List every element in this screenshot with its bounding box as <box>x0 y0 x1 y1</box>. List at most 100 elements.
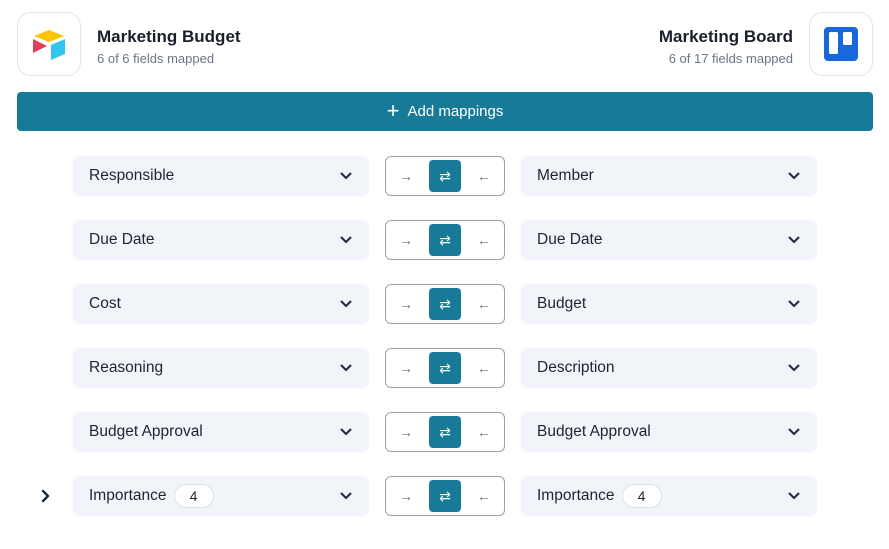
field-count-badge: 4 <box>173 484 214 508</box>
target-field-label: Importance <box>537 487 615 504</box>
target-field-label: Member <box>537 167 594 184</box>
direction-two-way-button[interactable]: ⇄ <box>429 288 461 320</box>
target-app-title: Marketing Board <box>658 27 793 46</box>
chevron-down-icon <box>339 425 353 439</box>
chevron-down-icon <box>787 425 801 439</box>
target-fields-mapped: 6 of 17 fields mapped <box>668 51 793 66</box>
arrow-left-icon: ← <box>477 360 491 376</box>
direction-right-to-left-button[interactable]: ← <box>468 288 500 320</box>
two-way-arrows-icon: ⇄ <box>439 487 451 504</box>
source-field-label: Due Date <box>89 231 155 248</box>
add-mappings-label: Add mappings <box>407 103 504 120</box>
source-field-select[interactable]: Reasoning <box>73 348 369 388</box>
arrow-left-icon: ← <box>477 232 491 248</box>
direction-right-to-left-button[interactable]: ← <box>468 224 500 256</box>
direction-right-to-left-button[interactable]: ← <box>468 480 500 512</box>
target-app-logo <box>809 12 873 76</box>
source-field-select[interactable]: Responsible <box>73 156 369 196</box>
chevron-down-icon <box>339 489 353 503</box>
arrow-right-icon: → <box>399 360 413 376</box>
direction-two-way-button[interactable]: ⇄ <box>429 352 461 384</box>
airtable-logo-icon <box>33 30 65 60</box>
direction-left-to-right-button[interactable]: → <box>390 288 422 320</box>
two-way-arrows-icon: ⇄ <box>439 295 451 312</box>
target-field-label: Description <box>537 359 615 376</box>
direction-two-way-button[interactable]: ⇄ <box>429 480 461 512</box>
arrow-left-icon: ← <box>477 488 491 504</box>
mapping-row: Cost → ⇄ ← Budget <box>0 284 889 324</box>
chevron-down-icon <box>339 233 353 247</box>
source-app-title: Marketing Budget <box>97 27 241 46</box>
chevron-down-icon <box>787 169 801 183</box>
chevron-down-icon <box>787 297 801 311</box>
field-count-badge: 4 <box>621 484 662 508</box>
direction-right-to-left-button[interactable]: ← <box>468 160 500 192</box>
target-field-select[interactable]: Member <box>521 156 817 196</box>
arrow-right-icon: → <box>399 424 413 440</box>
chevron-down-icon <box>787 489 801 503</box>
sync-direction-toggle: → ⇄ ← <box>385 476 505 516</box>
target-field-label: Budget <box>537 295 587 312</box>
source-field-select[interactable]: Due Date <box>73 220 369 260</box>
plus-icon: + <box>386 97 400 123</box>
source-fields-mapped: 6 of 6 fields mapped <box>97 51 215 66</box>
source-field-select[interactable]: Budget Approval <box>73 412 369 452</box>
arrow-right-icon: → <box>399 296 413 312</box>
target-field-select[interactable]: Description <box>521 348 817 388</box>
mapping-row: Importance 4 → ⇄ ← Importance 4 <box>0 476 889 516</box>
arrow-left-icon: ← <box>477 424 491 440</box>
direction-right-to-left-button[interactable]: ← <box>468 352 500 384</box>
target-field-label: Due Date <box>537 231 603 248</box>
chevron-down-icon <box>787 233 801 247</box>
direction-right-to-left-button[interactable]: ← <box>468 416 500 448</box>
mapping-row: Reasoning → ⇄ ← Description <box>0 348 889 388</box>
expand-row-chevron-right-icon[interactable] <box>38 486 52 506</box>
mapping-row: Due Date → ⇄ ← Due Date <box>0 220 889 260</box>
trello-logo-icon <box>824 27 858 61</box>
arrow-left-icon: ← <box>477 296 491 312</box>
chevron-down-icon <box>339 297 353 311</box>
add-mappings-button[interactable]: + Add mappings <box>17 92 873 131</box>
arrow-right-icon: → <box>399 168 413 184</box>
direction-left-to-right-button[interactable]: → <box>390 224 422 256</box>
chevron-down-icon <box>787 361 801 375</box>
two-way-arrows-icon: ⇄ <box>439 167 451 184</box>
target-field-select[interactable]: Budget <box>521 284 817 324</box>
direction-two-way-button[interactable]: ⇄ <box>429 224 461 256</box>
direction-two-way-button[interactable]: ⇄ <box>429 160 461 192</box>
source-field-select[interactable]: Cost <box>73 284 369 324</box>
target-field-select[interactable]: Due Date <box>521 220 817 260</box>
header: Marketing Budget 6 of 6 fields mapped Ma… <box>0 0 889 88</box>
chevron-down-icon <box>339 361 353 375</box>
sync-direction-toggle: → ⇄ ← <box>385 156 505 196</box>
source-field-label: Responsible <box>89 167 175 184</box>
target-field-label: Budget Approval <box>537 423 651 440</box>
arrow-left-icon: ← <box>477 168 491 184</box>
two-way-arrows-icon: ⇄ <box>439 423 451 440</box>
sync-direction-toggle: → ⇄ ← <box>385 284 505 324</box>
arrow-right-icon: → <box>399 232 413 248</box>
direction-left-to-right-button[interactable]: → <box>390 416 422 448</box>
source-field-select[interactable]: Importance 4 <box>73 476 369 516</box>
source-app-info: Marketing Budget 6 of 6 fields mapped <box>97 26 241 68</box>
chevron-down-icon <box>339 169 353 183</box>
target-field-select[interactable]: Budget Approval <box>521 412 817 452</box>
sync-direction-toggle: → ⇄ ← <box>385 220 505 260</box>
direction-two-way-button[interactable]: ⇄ <box>429 416 461 448</box>
target-app-info: Marketing Board 6 of 17 fields mapped <box>659 26 793 68</box>
sync-direction-toggle: → ⇄ ← <box>385 348 505 388</box>
direction-left-to-right-button[interactable]: → <box>390 480 422 512</box>
source-field-label: Reasoning <box>89 359 164 376</box>
mapping-row: Budget Approval → ⇄ ← Budget Approval <box>0 412 889 452</box>
source-field-label: Cost <box>89 295 121 312</box>
mapping-row: Responsible → ⇄ ← Member <box>0 156 889 196</box>
target-field-select[interactable]: Importance 4 <box>521 476 817 516</box>
source-field-label: Budget Approval <box>89 423 203 440</box>
source-field-label: Importance <box>89 487 167 504</box>
arrow-right-icon: → <box>399 488 413 504</box>
sync-direction-toggle: → ⇄ ← <box>385 412 505 452</box>
direction-left-to-right-button[interactable]: → <box>390 352 422 384</box>
direction-left-to-right-button[interactable]: → <box>390 160 422 192</box>
two-way-arrows-icon: ⇄ <box>439 359 451 376</box>
source-app-logo <box>17 12 81 76</box>
